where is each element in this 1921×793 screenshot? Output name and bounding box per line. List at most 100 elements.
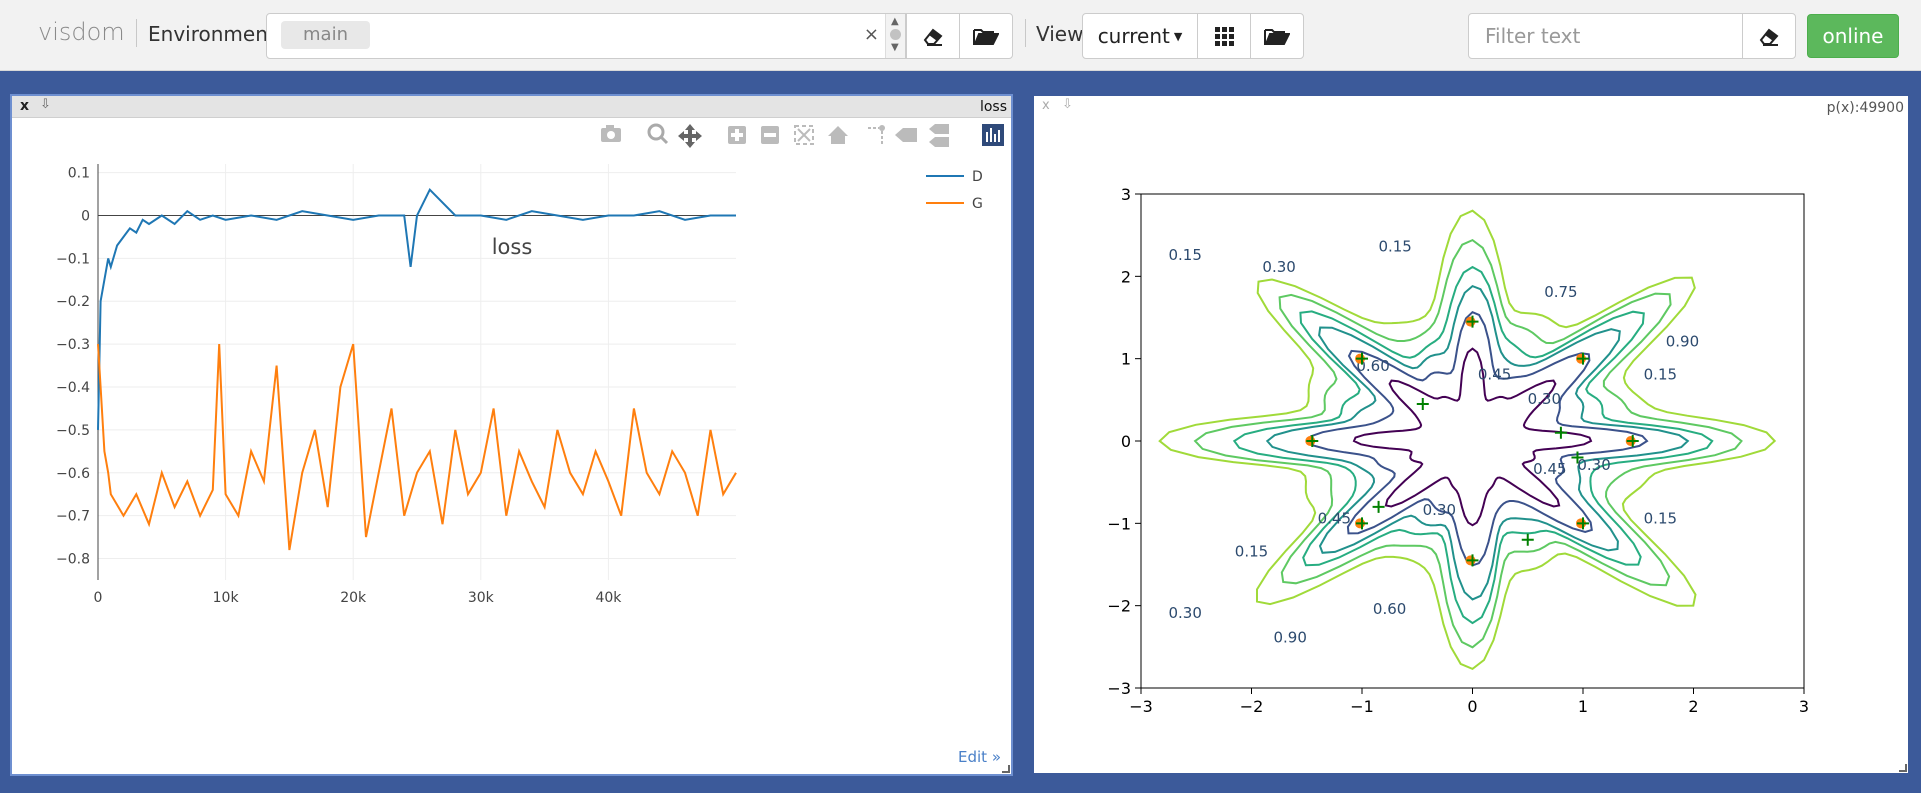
series-D-line — [97, 188, 736, 430]
env-spinner[interactable]: ▲ ▼ — [885, 14, 905, 58]
x-tick-label: −3 — [1129, 697, 1153, 716]
y-tick-label: −1 — [1107, 514, 1131, 533]
loss-gridlines — [97, 164, 736, 580]
y-tick-label: 0 — [1121, 432, 1131, 451]
loss-series — [97, 188, 737, 551]
filter-input[interactable]: Filter text — [1468, 13, 1743, 59]
plotly-logo-icon[interactable] — [982, 124, 1004, 146]
y-tick-label: −2 — [1107, 597, 1131, 616]
chevron-down-icon[interactable]: ▼ — [891, 42, 899, 53]
hover-compare-icon[interactable] — [929, 124, 949, 147]
zoom-icon[interactable] — [647, 123, 669, 145]
y-tick-label: 3 — [1121, 185, 1131, 204]
y-tick-label: −0.2 — [56, 294, 90, 310]
view-select[interactable]: current ▼ — [1082, 13, 1198, 59]
contour-label: 0.15 — [1378, 238, 1411, 256]
spinner-dot-icon — [890, 29, 901, 40]
contour-image-pane: x ⇩ p(x):49900 −3 −2 −1 0 1 2 3 3 2 1 0 −1 −2 −3 0.15… — [1034, 96, 1908, 773]
chevron-up-icon[interactable]: ▲ — [891, 16, 899, 27]
x-tick-label: 0 — [1467, 697, 1477, 716]
loss-legend[interactable]: DG — [926, 169, 983, 212]
hover-closest-icon[interactable] — [895, 128, 917, 142]
pan-icon[interactable] — [678, 124, 702, 148]
zoom-in-icon[interactable] — [728, 126, 746, 144]
x-tick-label: −1 — [1350, 697, 1374, 716]
spike-lines-icon[interactable] — [868, 125, 885, 144]
y-tick-label: −0.3 — [56, 337, 90, 353]
contour-label: 0.45 — [1318, 509, 1351, 527]
x-tick-label: 10k — [213, 590, 240, 606]
clear-filter-button[interactable] — [1742, 13, 1796, 59]
sample-point — [1521, 533, 1534, 546]
resize-handle[interactable] — [1899, 764, 1907, 772]
manage-env-button[interactable] — [959, 13, 1013, 59]
edit-chart-link[interactable]: Edit » — [958, 748, 1001, 766]
plot-modebar — [601, 123, 1004, 148]
divider — [136, 19, 137, 47]
view-select-value: current — [1097, 24, 1170, 48]
contour-label: 0.30 — [1423, 501, 1456, 519]
contour-label: 0.90 — [1666, 332, 1699, 350]
env-chip-main[interactable]: main — [281, 21, 370, 49]
x-tick-label: 20k — [340, 590, 367, 606]
home-icon[interactable] — [828, 126, 848, 144]
manage-views-button[interactable] — [1250, 13, 1304, 59]
y-tick-label: −0.7 — [56, 509, 90, 525]
eraser-icon — [923, 28, 943, 46]
loss-plot-pane: x ⇩ loss 0 10k 20k 30k 40k 0.1 0 −0.1 −0.2 −0.3 −0… — [10, 94, 1013, 776]
zoom-out-icon[interactable] — [761, 126, 779, 144]
loss-axes: 0 10k 20k 30k 40k 0.1 0 −0.1 −0.2 −0.3 −0.4 −0.5 −0.… — [56, 164, 622, 606]
contour-label: 0.60 — [1373, 600, 1406, 618]
chart-title: loss — [492, 235, 533, 259]
close-pane-button[interactable]: x — [20, 98, 29, 114]
contour-label: 0.45 — [1533, 460, 1566, 478]
y-tick-label: −0.1 — [56, 251, 90, 267]
contour-label: 0.15 — [1168, 246, 1201, 264]
contour-level-4 — [1193, 238, 1743, 649]
y-tick-label: 2 — [1121, 267, 1131, 286]
environment-select[interactable]: main × ▲ ▼ — [266, 13, 906, 59]
app-logo: visdom — [38, 18, 125, 46]
y-tick-label: −0.6 — [56, 466, 90, 482]
x-tick-label: 1 — [1578, 697, 1588, 716]
caret-down-icon: ▼ — [1173, 29, 1183, 43]
view-label: View — [1036, 22, 1084, 46]
pane-title: loss — [979, 99, 1007, 115]
connection-status-button[interactable]: online — [1807, 14, 1899, 58]
legend-label-D: D — [972, 169, 983, 185]
y-tick-label: 0.1 — [68, 166, 90, 182]
y-tick-label: −0.5 — [56, 423, 90, 439]
contour-label: 0.15 — [1644, 365, 1677, 383]
x-tick-label: 3 — [1799, 697, 1809, 716]
contour-chart: −3 −2 −1 0 1 2 3 3 2 1 0 −1 −2 −3 0.15 0.30 0.15 0.60 0.4… — [1107, 185, 1809, 716]
folder-open-icon — [1264, 29, 1290, 45]
resize-handle[interactable] — [1002, 765, 1010, 773]
camera-icon[interactable] — [601, 125, 621, 142]
series-G-line — [97, 343, 737, 551]
legend-label-G: G — [972, 196, 983, 212]
environment-label: Environment — [148, 22, 276, 46]
contour-label: 0.45 — [1478, 365, 1511, 383]
contour-label: 0.30 — [1577, 456, 1610, 474]
loss-chart[interactable]: 0 10k 20k 30k 40k 0.1 0 −0.1 −0.2 −0.3 −0.4 −0.5 −0.… — [12, 118, 1011, 774]
repack-grid-button[interactable] — [1197, 13, 1251, 59]
eraser-icon — [1759, 28, 1779, 46]
contour-level-0 — [1352, 347, 1593, 527]
contour-label: 0.30 — [1528, 390, 1561, 408]
contour-label: 0.15 — [1644, 509, 1677, 527]
clear-env-button[interactable] — [906, 13, 960, 59]
sample-point — [1554, 426, 1567, 439]
download-icon[interactable]: ⇩ — [40, 97, 51, 112]
sample-point — [1416, 397, 1429, 410]
x-tick-label: 2 — [1688, 697, 1698, 716]
contour-label: 0.15 — [1235, 542, 1268, 560]
clear-env-icon[interactable]: × — [864, 24, 879, 45]
top-toolbar: visdom Environment main × ▲ ▼ View curre… — [0, 0, 1921, 71]
contour-lines — [1158, 209, 1777, 671]
x-tick-label: 30k — [468, 590, 495, 606]
folder-open-icon — [973, 29, 999, 45]
x-tick-label: 0 — [94, 590, 103, 606]
autoscale-icon[interactable] — [794, 125, 814, 145]
pane-header[interactable]: x ⇩ loss — [12, 96, 1011, 118]
contour-label: 0.75 — [1544, 283, 1577, 301]
